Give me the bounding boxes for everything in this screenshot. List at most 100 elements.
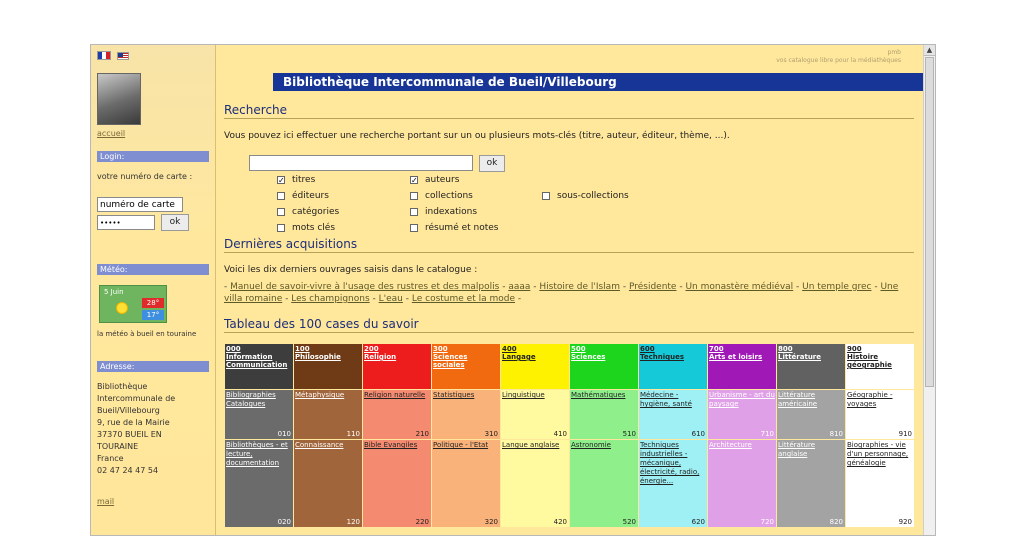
option-indexations[interactable]: indexations bbox=[410, 207, 477, 217]
acquisition-link[interactable]: aaaa bbox=[508, 282, 530, 292]
scroll-thumb[interactable] bbox=[925, 57, 934, 387]
subcategory-cell[interactable]: Connaissance 120 bbox=[293, 439, 363, 528]
subcategory-cell[interactable]: Architecture 720 bbox=[707, 439, 777, 528]
subcategory-link[interactable]: Astronomie bbox=[571, 441, 637, 450]
subcategory-link[interactable]: Bibliographies Catalogues bbox=[226, 391, 292, 409]
subcategory-cell[interactable]: Métaphysique 110 bbox=[293, 389, 363, 440]
subcategory-link[interactable]: Statistiques bbox=[433, 391, 499, 400]
acquisition-link[interactable]: Présidente bbox=[629, 282, 677, 292]
category-name[interactable]: Langage bbox=[502, 353, 568, 361]
category-name[interactable]: Sciences sociales bbox=[433, 353, 499, 369]
acquisition-link[interactable]: Un temple grec bbox=[802, 282, 871, 292]
category-name[interactable]: Histoire géographie bbox=[847, 353, 913, 369]
subcategory-cell[interactable]: Langue anglaise 420 bbox=[500, 439, 570, 528]
subcategory-cell[interactable]: Astronomie 520 bbox=[569, 439, 639, 528]
scroll-up-icon[interactable]: ▲ bbox=[924, 45, 935, 56]
checkbox-checked[interactable]: ✓ bbox=[410, 176, 418, 185]
category-header-700[interactable]: 700 Arts et loisirs bbox=[707, 343, 777, 390]
subcategory-link[interactable]: Géographie - voyages bbox=[847, 391, 913, 409]
category-code[interactable]: 400 bbox=[502, 345, 568, 353]
subcategory-cell[interactable]: Techniques industrielles - mécanique, él… bbox=[638, 439, 708, 528]
checkbox[interactable] bbox=[277, 224, 285, 232]
category-header-000[interactable]: 000 Information Communication bbox=[224, 343, 294, 390]
subcategory-link[interactable]: Connaissance bbox=[295, 441, 361, 450]
category-name[interactable]: Arts et loisirs bbox=[709, 353, 775, 361]
category-header-500[interactable]: 500 Sciences bbox=[569, 343, 639, 390]
category-name[interactable]: Sciences bbox=[571, 353, 637, 361]
vertical-scrollbar[interactable]: ▲ bbox=[923, 45, 935, 535]
search-ok-button[interactable]: ok bbox=[479, 155, 505, 172]
subcategory-cell[interactable]: Biographies - vie d'un personnage, généa… bbox=[845, 439, 915, 528]
subcategory-cell[interactable]: Religion naturelle 210 bbox=[362, 389, 432, 440]
option-titres[interactable]: ✓ titres bbox=[277, 175, 315, 185]
category-code[interactable]: 000 bbox=[226, 345, 292, 353]
option-sous-collections[interactable]: sous-collections bbox=[542, 191, 629, 201]
option-resume[interactable]: résumé et notes bbox=[410, 223, 499, 233]
subcategory-cell[interactable]: Mathématiques 510 bbox=[569, 389, 639, 440]
category-code[interactable]: 600 bbox=[640, 345, 706, 353]
subcategory-cell[interactable]: Bibliographies Catalogues 010 bbox=[224, 389, 294, 440]
subcategory-link[interactable]: Biographies - vie d'un personnage, généa… bbox=[847, 441, 913, 468]
subcategory-link[interactable]: Métaphysique bbox=[295, 391, 361, 400]
category-name[interactable]: Philosophie bbox=[295, 353, 361, 361]
checkbox[interactable] bbox=[410, 224, 418, 232]
category-code[interactable]: 200 bbox=[364, 345, 430, 353]
category-header-400[interactable]: 400 Langage bbox=[500, 343, 570, 390]
category-header-600[interactable]: 600 Techniques bbox=[638, 343, 708, 390]
category-name[interactable]: Information Communication bbox=[226, 353, 292, 369]
option-categories[interactable]: catégories bbox=[277, 207, 339, 217]
category-name[interactable]: Religion bbox=[364, 353, 430, 361]
acquisition-link[interactable]: Histoire de l'Islam bbox=[539, 282, 620, 292]
category-header-300[interactable]: 300 Sciences sociales bbox=[431, 343, 501, 390]
checkbox[interactable] bbox=[277, 192, 285, 200]
option-editeurs[interactable]: éditeurs bbox=[277, 191, 329, 201]
subcategory-link[interactable]: Bibliothèques - et lecture, documentatio… bbox=[226, 441, 292, 468]
category-header-900[interactable]: 900 Histoire géographie bbox=[845, 343, 915, 390]
mail-link[interactable]: mail bbox=[97, 497, 114, 506]
option-mots-cles[interactable]: mots clés bbox=[277, 223, 335, 233]
acquisition-link[interactable]: Manuel de savoir-vivre à l'usage des rus… bbox=[230, 282, 499, 292]
subcategory-link[interactable]: Techniques industrielles - mécanique, él… bbox=[640, 441, 706, 486]
english-flag-icon[interactable] bbox=[117, 51, 129, 60]
category-code[interactable]: 800 bbox=[778, 345, 844, 353]
subcategory-cell[interactable]: Bible Evangiles 220 bbox=[362, 439, 432, 528]
category-code[interactable]: 300 bbox=[433, 345, 499, 353]
subcategory-link[interactable]: Linguistique bbox=[502, 391, 568, 400]
checkbox[interactable] bbox=[277, 208, 285, 216]
accueil-link[interactable]: accueil bbox=[97, 129, 125, 138]
subcategory-link[interactable]: Architecture bbox=[709, 441, 775, 450]
category-name[interactable]: Techniques bbox=[640, 353, 706, 361]
subcategory-cell[interactable]: Urbanisme - art du paysage 710 bbox=[707, 389, 777, 440]
subcategory-link[interactable]: Politique - l'Etat bbox=[433, 441, 499, 450]
subcategory-cell[interactable]: Littérature anglaise 820 bbox=[776, 439, 846, 528]
option-auteurs[interactable]: ✓ auteurs bbox=[410, 175, 459, 185]
checkbox[interactable] bbox=[410, 208, 418, 216]
subcategory-cell[interactable]: Statistiques 310 bbox=[431, 389, 501, 440]
subcategory-cell[interactable]: Médecine - hygiène, santé 610 bbox=[638, 389, 708, 440]
subcategory-cell[interactable]: Littérature américaine 810 bbox=[776, 389, 846, 440]
category-header-100[interactable]: 100 Philosophie bbox=[293, 343, 363, 390]
acquisition-link[interactable]: Le costume et la mode bbox=[412, 294, 515, 304]
french-flag-icon[interactable] bbox=[97, 51, 111, 60]
login-ok-button[interactable]: ok bbox=[161, 214, 189, 231]
category-name[interactable]: Littérature bbox=[778, 353, 844, 361]
subcategory-link[interactable]: Langue anglaise bbox=[502, 441, 568, 450]
category-code[interactable]: 700 bbox=[709, 345, 775, 353]
subcategory-link[interactable]: Littérature anglaise bbox=[778, 441, 844, 459]
category-code[interactable]: 900 bbox=[847, 345, 913, 353]
option-collections[interactable]: collections bbox=[410, 191, 473, 201]
checkbox-checked[interactable]: ✓ bbox=[277, 176, 285, 185]
password-input[interactable] bbox=[97, 215, 155, 230]
checkbox[interactable] bbox=[542, 192, 550, 200]
category-code[interactable]: 500 bbox=[571, 345, 637, 353]
acquisition-link[interactable]: L'eau bbox=[379, 294, 403, 304]
subcategory-link[interactable]: Médecine - hygiène, santé bbox=[640, 391, 706, 409]
checkbox[interactable] bbox=[410, 192, 418, 200]
subcategory-link[interactable]: Religion naturelle bbox=[364, 391, 430, 400]
subcategory-cell[interactable]: Linguistique 410 bbox=[500, 389, 570, 440]
acquisition-link[interactable]: Les champignons bbox=[291, 294, 369, 304]
subcategory-link[interactable]: Mathématiques bbox=[571, 391, 637, 400]
search-input[interactable] bbox=[249, 155, 473, 171]
category-header-800[interactable]: 800 Littérature bbox=[776, 343, 846, 390]
subcategory-cell[interactable]: Politique - l'Etat 320 bbox=[431, 439, 501, 528]
